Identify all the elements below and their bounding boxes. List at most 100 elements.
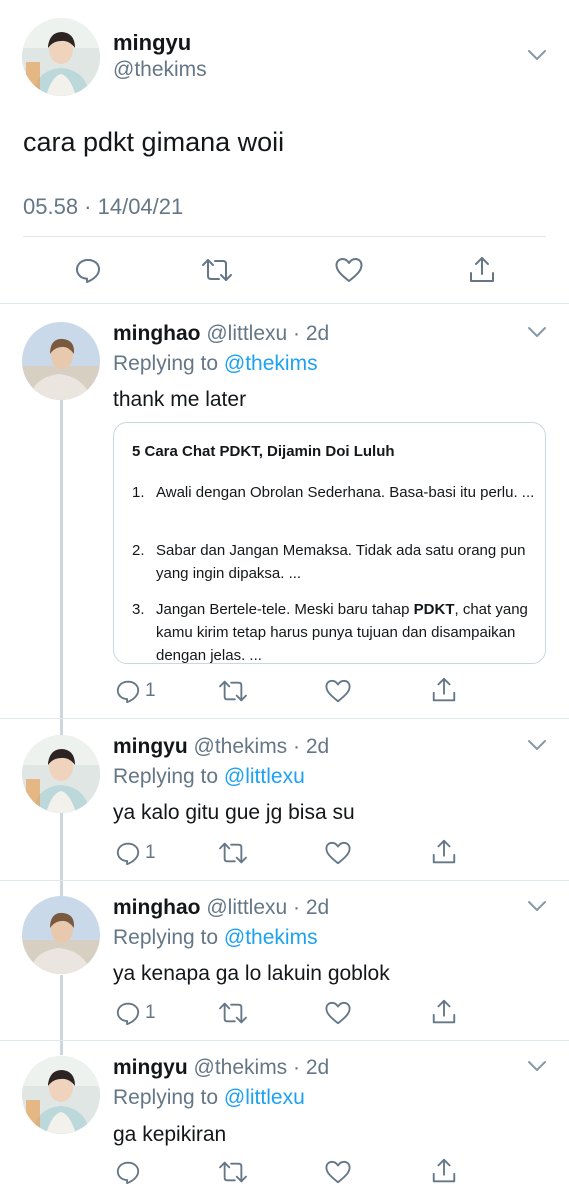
reply-age: · 2d	[293, 896, 330, 919]
thread-line	[60, 975, 63, 1055]
retweet-icon	[202, 259, 232, 281]
replying-to-label: Replying to	[113, 926, 219, 949]
share-icon	[432, 999, 456, 1024]
reply-author-name[interactable]: mingyu	[113, 1056, 188, 1079]
retweet-icon	[219, 680, 247, 702]
replying-to-link[interactable]: @thekims	[224, 352, 318, 375]
share-icon	[470, 257, 494, 282]
retweet-button[interactable]	[217, 840, 249, 866]
reply-icon	[116, 1002, 140, 1026]
reply-author-handle[interactable]: @thekims	[194, 1056, 288, 1079]
chevron-down-icon[interactable]	[527, 1059, 547, 1073]
divider	[23, 236, 546, 237]
heart-icon	[325, 841, 351, 865]
retweet-button[interactable]	[217, 1159, 249, 1185]
reply-icon	[116, 842, 140, 866]
avatar-mingyu[interactable]	[22, 735, 100, 813]
author-name[interactable]: mingyu	[113, 30, 191, 56]
reply-button[interactable]: 1	[115, 678, 156, 704]
like-button[interactable]	[324, 1000, 352, 1026]
card-list-item: 2. Sabar dan Jangan Memaksa. Tidak ada s…	[132, 539, 545, 585]
heart-icon	[325, 679, 351, 703]
replying-to-link[interactable]: @littlexu	[224, 1086, 305, 1109]
reply-age: · 2d	[293, 1056, 330, 1079]
like-button[interactable]	[334, 256, 364, 284]
reply-text: thank me later	[113, 388, 247, 411]
avatar-mingyu[interactable]	[22, 18, 100, 96]
reply-text: ya kenapa ga lo lakuin goblok	[113, 962, 390, 985]
reply-text: ga kepikiran	[113, 1123, 227, 1146]
share-button[interactable]	[430, 998, 458, 1026]
reply-author-name[interactable]: minghao	[113, 896, 201, 919]
thread-line	[60, 812, 63, 896]
avatar-minghao[interactable]	[22, 896, 100, 974]
reply-icon	[116, 1161, 140, 1185]
replying-to-label: Replying to	[113, 352, 219, 375]
avatar-mingyu[interactable]	[22, 1056, 100, 1134]
reply-button[interactable]: 1	[115, 1000, 156, 1026]
card-list-item: 3. Jangan Bertele-tele. Meski baru tahap…	[132, 598, 545, 663]
share-button[interactable]	[430, 676, 458, 704]
retweet-icon	[219, 1002, 247, 1024]
thread-line	[60, 400, 63, 735]
like-button[interactable]	[324, 840, 352, 866]
card-item-bold: PDKT	[413, 601, 455, 618]
heart-icon	[335, 258, 363, 282]
divider	[0, 880, 569, 881]
card-item-number: 2.	[132, 542, 145, 559]
share-icon	[432, 839, 456, 864]
reply-author-handle[interactable]: @littlexu	[206, 896, 287, 919]
reply-count: 1	[145, 1002, 156, 1023]
retweet-button[interactable]	[217, 678, 249, 704]
tweet-text: cara pdkt gimana woii	[23, 127, 285, 157]
share-button[interactable]	[430, 838, 458, 866]
reply-author-handle[interactable]: @littlexu	[206, 322, 287, 345]
chevron-down-icon[interactable]	[527, 325, 547, 339]
share-icon	[432, 1158, 456, 1183]
reply-button[interactable]	[74, 256, 102, 284]
card-list-item: 1. Awali dengan Obrolan Sederhana. Basa-…	[132, 481, 545, 504]
like-button[interactable]	[324, 1159, 352, 1185]
card-title: 5 Cara Chat PDKT, Dijamin Doi Luluh	[132, 443, 395, 460]
reply-button[interactable]	[115, 1159, 145, 1185]
share-button[interactable]	[467, 255, 497, 285]
divider	[0, 303, 569, 304]
card-item-number: 1.	[132, 484, 145, 501]
chevron-down-icon[interactable]	[527, 899, 547, 913]
avatar-minghao[interactable]	[22, 322, 100, 400]
reply-author-name[interactable]: mingyu	[113, 735, 188, 758]
reply-text: ya kalo gitu gue jg bisa su	[113, 801, 355, 824]
reply-icon	[116, 680, 140, 704]
divider	[0, 718, 569, 719]
card-item-number: 3.	[132, 601, 145, 618]
card-item-text: Sabar dan Jangan Memaksa. Tidak ada satu…	[156, 542, 526, 582]
replying-to-link[interactable]: @thekims	[224, 926, 318, 949]
link-preview-card[interactable]: 5 Cara Chat PDKT, Dijamin Doi Luluh 1. A…	[113, 422, 546, 664]
chevron-down-icon[interactable]	[527, 738, 547, 752]
tweet-timestamp[interactable]: 05.58 · 14/04/21	[23, 194, 183, 220]
reply-button[interactable]: 1	[115, 840, 156, 866]
share-button[interactable]	[430, 1157, 458, 1185]
replying-to-label: Replying to	[113, 1086, 219, 1109]
card-item-text: Awali dengan Obrolan Sederhana. Basa-bas…	[156, 484, 535, 501]
replying-to-link[interactable]: @littlexu	[224, 765, 305, 788]
chevron-down-icon[interactable]	[527, 48, 547, 62]
retweet-button[interactable]	[200, 256, 234, 284]
retweet-icon	[219, 842, 247, 864]
reply-count: 1	[145, 842, 156, 863]
divider	[0, 1040, 569, 1041]
card-item-text: Jangan Bertele-tele. Meski baru tahap	[156, 601, 414, 618]
reply-icon	[76, 259, 100, 283]
share-icon	[432, 677, 456, 702]
retweet-icon	[219, 1161, 247, 1183]
reply-age: · 2d	[293, 735, 330, 758]
like-button[interactable]	[324, 678, 352, 704]
author-handle[interactable]: @thekims	[113, 58, 207, 82]
reply-author-handle[interactable]: @thekims	[194, 735, 288, 758]
heart-icon	[325, 1160, 351, 1184]
reply-age: · 2d	[293, 322, 330, 345]
reply-count: 1	[145, 680, 156, 701]
reply-author-name[interactable]: minghao	[113, 322, 201, 345]
retweet-button[interactable]	[217, 1000, 249, 1026]
replying-to-label: Replying to	[113, 765, 219, 788]
